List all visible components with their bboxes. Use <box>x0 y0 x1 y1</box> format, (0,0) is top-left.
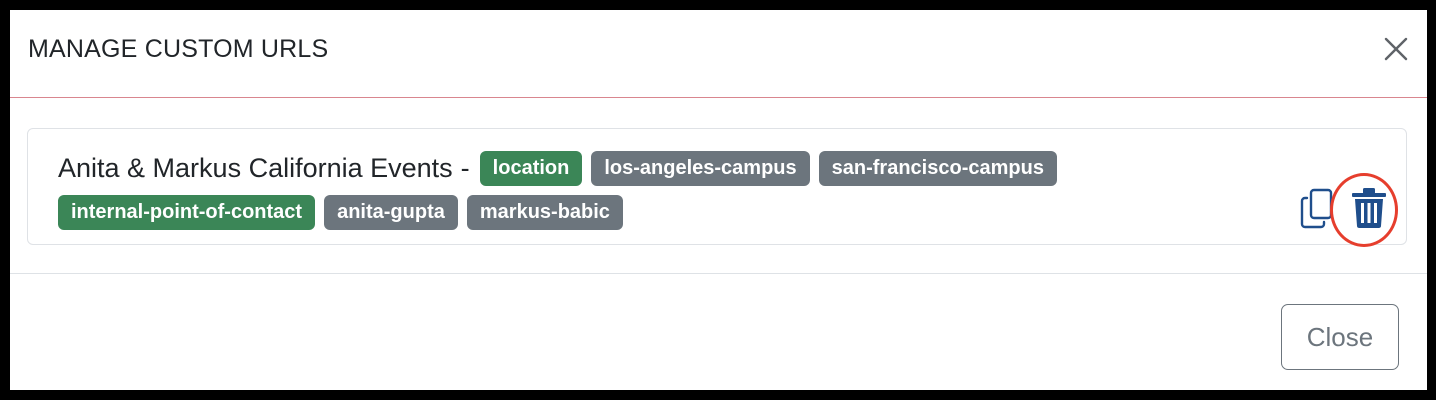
copy-url-button[interactable] <box>1299 187 1335 231</box>
modal-footer: Close <box>10 274 1427 390</box>
custom-url-separator: - <box>460 152 470 183</box>
custom-url-line-2: internal-point-of-contact anita-gupta ma… <box>58 194 1258 230</box>
custom-url-content: Anita & Markus California Events - locat… <box>58 150 1258 238</box>
modal-body: Anita & Markus California Events - locat… <box>10 99 1427 274</box>
tag-san-francisco-campus: san-francisco-campus <box>818 150 1057 186</box>
tag-markus-babic: markus-babic <box>466 194 623 230</box>
custom-url-name: Anita & Markus California Events <box>58 152 453 183</box>
modal-title: MANAGE CUSTOM URLS <box>28 35 329 63</box>
close-x-icon[interactable] <box>1381 34 1411 64</box>
tag-internal-point-of-contact: internal-point-of-contact <box>58 194 316 230</box>
tag-location: location <box>479 150 583 186</box>
custom-url-card: Anita & Markus California Events - locat… <box>27 128 1407 247</box>
tag-los-angeles-campus: los-angeles-campus <box>591 150 810 186</box>
manage-custom-urls-modal: MANAGE CUSTOM URLS Anita & Markus Califo… <box>10 10 1427 390</box>
tag-anita-gupta: anita-gupta <box>324 194 458 230</box>
delete-url-button[interactable] <box>1350 186 1388 230</box>
custom-url-line-1: Anita & Markus California Events - locat… <box>58 150 1258 186</box>
trash-icon <box>1352 188 1386 228</box>
modal-header: MANAGE CUSTOM URLS <box>10 10 1427 98</box>
copy-icon <box>1300 188 1333 229</box>
close-button[interactable]: Close <box>1281 304 1399 370</box>
